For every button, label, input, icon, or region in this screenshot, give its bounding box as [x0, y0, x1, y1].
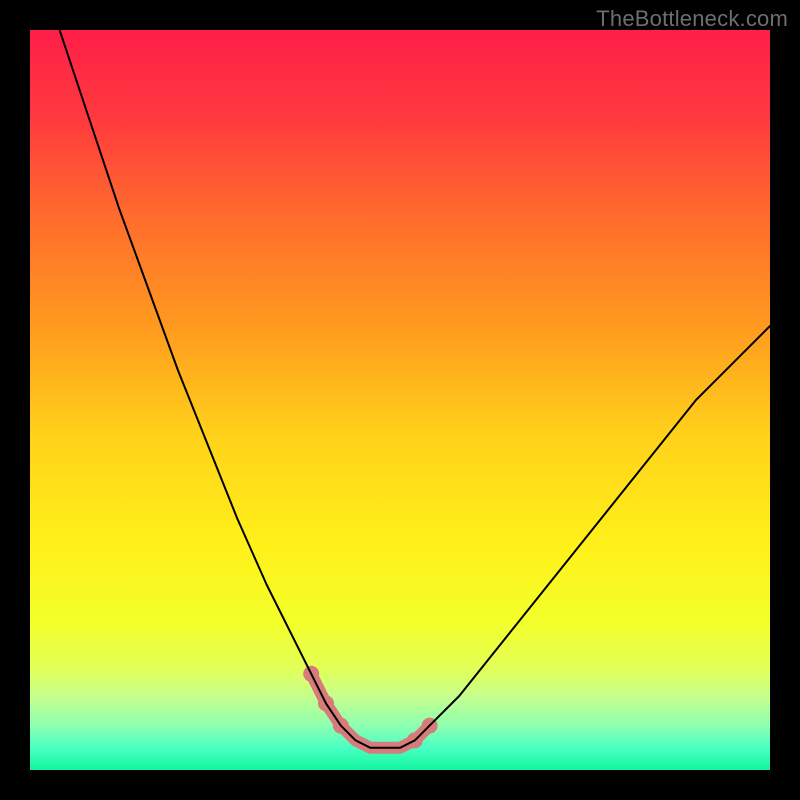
gradient-bg — [30, 30, 770, 770]
plot-area — [30, 30, 770, 770]
chart-frame: TheBottleneck.com — [0, 0, 800, 800]
chart-svg — [30, 30, 770, 770]
watermark-text: TheBottleneck.com — [596, 6, 788, 32]
